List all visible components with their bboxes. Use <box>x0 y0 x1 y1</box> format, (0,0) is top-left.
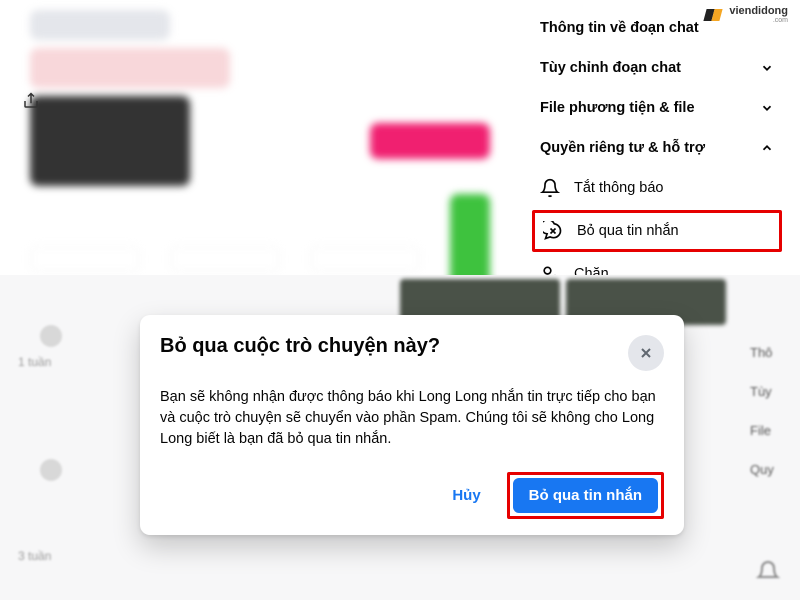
chevron-down-icon <box>760 101 774 115</box>
chat-area-blurred <box>0 0 520 275</box>
watermark-sub: .com <box>729 17 788 24</box>
bg-sidebar-blurred: 1 tuần 3 tuần <box>0 275 120 600</box>
panel-row-privacy[interactable]: Quyền riêng tư & hỗ trợ <box>532 128 782 168</box>
watermark-text: viendidong <box>729 5 788 17</box>
bg-bell-icon <box>756 560 780 584</box>
panel-label: Quyền riêng tư & hỗ trợ <box>540 140 705 156</box>
subitem-ignore[interactable]: Bỏ qua tin nhắn <box>541 219 773 243</box>
confirm-button[interactable]: Bỏ qua tin nhắn <box>513 478 658 513</box>
dialog-title: Bỏ qua cuộc trò chuyện này? <box>160 335 440 358</box>
panel-label: File phương tiện & file <box>540 100 695 116</box>
panel-label: Thông tin về đoạn chat <box>540 20 699 36</box>
panel-row-customize[interactable]: Tùy chỉnh đoạn chat <box>532 48 782 88</box>
top-composite: viendidong.com Thông tin về đoạn chat Tù… <box>0 0 800 275</box>
subitem-label: Tắt thông báo <box>574 180 664 196</box>
highlight-ignore: Bỏ qua tin nhắn <box>532 210 782 252</box>
highlight-confirm: Bỏ qua tin nhắn <box>507 472 664 519</box>
chevron-up-icon <box>760 141 774 155</box>
panel-label: Tùy chỉnh đoạn chat <box>540 60 681 76</box>
watermark-logo-icon <box>705 7 725 23</box>
message-x-icon <box>543 221 563 241</box>
bottom-composite: 1 tuần 3 tuần Tải video YouTube Thô Tùy … <box>0 275 800 600</box>
subitem-mute[interactable]: Tắt thông báo <box>532 168 782 208</box>
close-icon <box>638 345 654 361</box>
bg-time-1: 1 tuần <box>18 355 108 369</box>
cancel-button[interactable]: Hủy <box>434 479 498 512</box>
close-button[interactable] <box>628 335 664 371</box>
chevron-down-icon <box>760 61 774 75</box>
subitem-label: Bỏ qua tin nhắn <box>577 223 679 239</box>
dialog-body: Bạn sẽ không nhận được thông báo khi Lon… <box>160 387 664 450</box>
chat-info-panel: viendidong.com Thông tin về đoạn chat Tù… <box>520 0 800 275</box>
bg-right-panel-blurred: Thô Tùy File Quy <box>740 345 800 477</box>
share-icon[interactable] <box>22 92 40 110</box>
panel-row-media[interactable]: File phương tiện & file <box>532 88 782 128</box>
bell-icon <box>540 178 560 198</box>
watermark: viendidong.com <box>705 6 788 24</box>
ignore-dialog: Bỏ qua cuộc trò chuyện này? Bạn sẽ không… <box>140 315 684 535</box>
bg-time-2: 3 tuần <box>18 549 108 563</box>
